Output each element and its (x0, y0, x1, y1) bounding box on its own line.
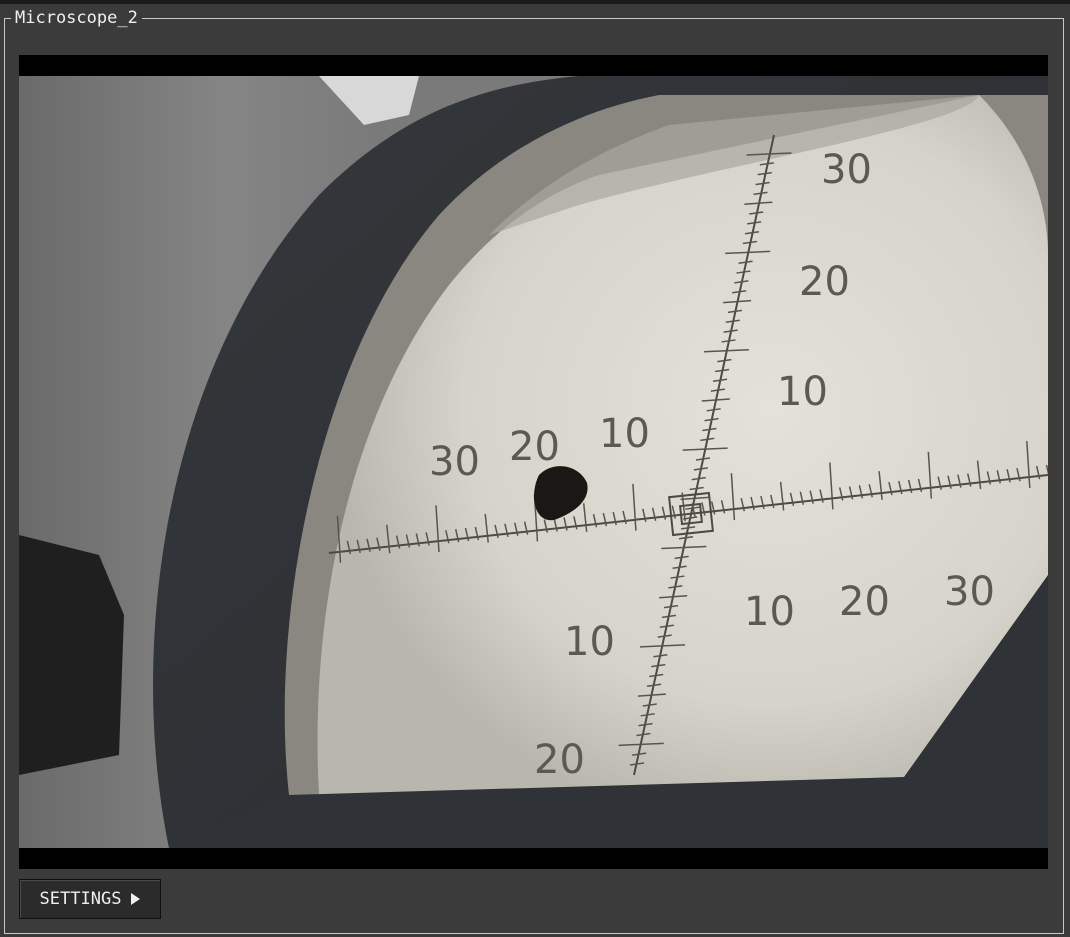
play-triangle-icon (131, 893, 141, 905)
scale-label-bottom-10: 10 (564, 619, 615, 665)
microscope-window: Microscope_2 30 20 10 30 20 10 10 20 30 … (0, 0, 1070, 937)
camera-image: 30 20 10 30 20 10 10 20 30 10 20 (19, 55, 1048, 869)
scale-label-top-30: 30 (821, 147, 872, 193)
scale-label-right-20: 20 (839, 579, 890, 625)
settings-button[interactable]: SETTINGS (19, 879, 161, 919)
scale-label-top-10: 10 (777, 369, 828, 415)
group-title: Microscope_2 (15, 8, 138, 28)
camera-frame: 30 20 10 30 20 10 10 20 30 10 20 (19, 76, 1048, 848)
scale-label-left-10: 10 (599, 411, 650, 457)
scale-label-right-30: 30 (944, 569, 995, 615)
scale-label-right-10: 10 (744, 589, 795, 635)
scale-label-top-20: 20 (799, 259, 850, 305)
camera-feed[interactable]: 30 20 10 30 20 10 10 20 30 10 20 (19, 55, 1048, 869)
scale-label-bottom-20: 20 (534, 737, 585, 783)
scale-label-left-20: 20 (509, 424, 560, 470)
settings-label: SETTINGS (39, 889, 122, 909)
scale-label-left-30: 30 (429, 439, 480, 485)
